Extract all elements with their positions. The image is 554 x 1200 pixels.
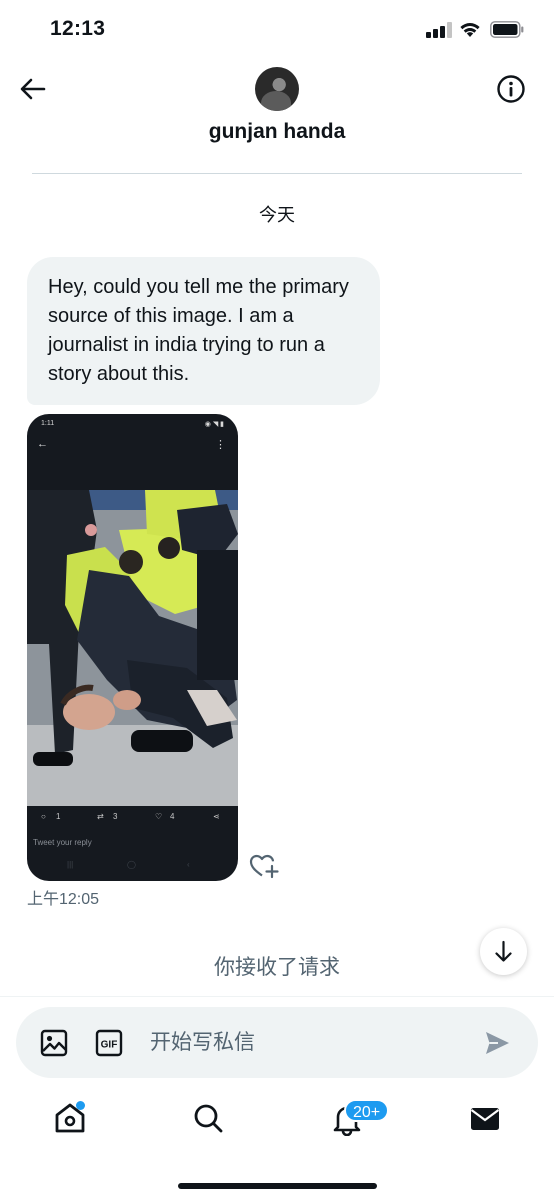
attachment-reply-count: 1 bbox=[56, 812, 61, 821]
message-input[interactable] bbox=[150, 1024, 470, 1060]
back-arrow-icon[interactable] bbox=[16, 74, 50, 104]
attachment-retweet-icon: ⇄ bbox=[97, 812, 104, 821]
battery-icon bbox=[490, 21, 524, 38]
attachment-reply-icon: ○ bbox=[41, 812, 46, 821]
attachment-tweet-actions: ○ 1 ⇄ 3 ♡ 4 ⋖ bbox=[27, 812, 238, 826]
avatar[interactable] bbox=[255, 67, 299, 111]
attachment-photo bbox=[27, 490, 238, 806]
date-separator: 今天 bbox=[259, 205, 295, 226]
info-icon[interactable] bbox=[496, 74, 526, 104]
message-composer: GIF bbox=[16, 1007, 538, 1078]
header-divider bbox=[32, 173, 522, 174]
messages-envelope-icon[interactable] bbox=[467, 1100, 503, 1136]
notifications-badge: 20+ bbox=[344, 1099, 390, 1122]
cellular-signal-icon bbox=[426, 22, 452, 38]
wifi-icon bbox=[460, 23, 480, 37]
attachment-like-count: 4 bbox=[170, 812, 175, 821]
home-new-indicator-dot bbox=[76, 1101, 85, 1110]
attachment-share-icon: ⋖ bbox=[213, 812, 220, 821]
image-icon[interactable] bbox=[40, 1029, 68, 1057]
attachment-phone-status-icons: ◉ ◥ ▮ bbox=[204, 421, 224, 428]
gif-label: GIF bbox=[101, 1040, 118, 1051]
contact-name[interactable]: gunjan handa bbox=[0, 120, 554, 144]
attachment-back-icon: ← bbox=[37, 438, 48, 450]
message-bubble[interactable]: Hey, could you tell me the primary sourc… bbox=[27, 257, 380, 405]
attachment-like-icon: ♡ bbox=[155, 812, 163, 821]
request-accepted-notice: 你接收了请求 bbox=[214, 955, 340, 979]
attachment-menu-icon: ⋮ bbox=[215, 439, 226, 451]
scroll-to-bottom-button[interactable] bbox=[480, 928, 527, 975]
gif-button[interactable]: GIF bbox=[95, 1029, 123, 1057]
attachment-phone-time: 1:11 bbox=[41, 420, 55, 427]
image-attachment[interactable]: 1:11 ◉ ◥ ▮ ← ⋮ ○ 1 ⇄ 3 ♡ 4 ⋖ Tweet your … bbox=[27, 414, 238, 881]
home-indicator bbox=[178, 1183, 377, 1189]
attachment-nav-bar: ||| ◯ ‹ bbox=[67, 860, 190, 869]
attachment-retweet-count: 3 bbox=[113, 812, 118, 821]
composer-divider bbox=[0, 996, 554, 997]
add-reaction-heart-icon[interactable] bbox=[248, 851, 280, 881]
search-icon[interactable] bbox=[190, 1100, 226, 1136]
gif-icon: GIF bbox=[95, 1029, 123, 1057]
conversation-header: gunjan handa bbox=[0, 60, 554, 175]
attachment-phone-status-bar: 1:11 ◉ ◥ ▮ bbox=[27, 414, 238, 436]
status-time: 12:13 bbox=[50, 17, 106, 40]
attachment-reply-placeholder: Tweet your reply bbox=[33, 838, 92, 847]
arrow-down-icon bbox=[495, 940, 512, 962]
status-bar: 12:13 bbox=[0, 0, 554, 60]
message-timestamp: 上午12:05 bbox=[27, 891, 100, 908]
send-icon[interactable] bbox=[483, 1029, 511, 1057]
